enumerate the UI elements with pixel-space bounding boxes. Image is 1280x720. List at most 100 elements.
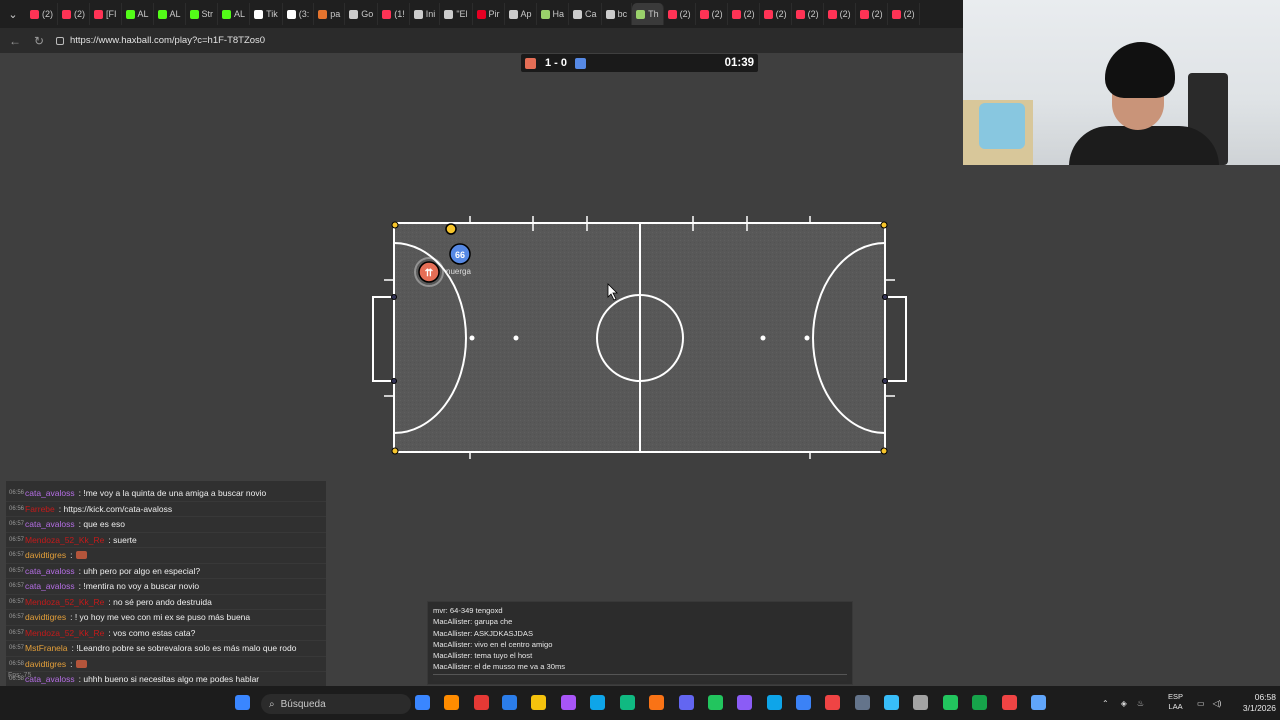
red-player-avatar: ⇈ [425,268,434,279]
taskbar-app-icon[interactable] [913,695,928,710]
chat-timestamp: 06:57 [9,614,25,621]
left-goal [372,296,395,382]
chat-message: 06:57 cata_avaloss: que es eso [6,517,326,533]
chat-timestamp: 06:57 [9,552,25,559]
goal-post [391,378,397,384]
stream-chat-overlay: 06:56 cata_avaloss: !me voy a la quinta d… [6,481,326,720]
chat-message: 06:57 cata_avaloss: uhh pero por algo en … [6,564,326,579]
volume-icon[interactable]: ◁) [1213,699,1222,708]
taskbar-app-icon[interactable] [620,695,635,710]
taskbar-app-icon[interactable] [649,695,664,710]
chat-timestamp: 06:57 [9,521,25,528]
goal-post [391,294,397,300]
chat-timestamp: 06:57 [9,629,25,636]
chat-text: : uhh pero por algo en especial? [78,565,201,576]
chat-text: : no sé pero ando destruida [108,596,212,607]
lang-bottom: LAA [1168,701,1183,711]
chat-message: 06:56 cata_avaloss: !me voy a la quinta d… [6,486,326,502]
taskbar-app-icon[interactable] [855,695,870,710]
chat-timestamp: 06:57 [9,645,25,652]
network-icon[interactable]: ▭ [1197,699,1205,708]
taskbar-app-icon[interactable] [943,695,958,710]
chat-message: 06:57 MstFranela: !Leandro pobre se sobre… [6,641,326,657]
taskbar-app-icon[interactable] [415,695,430,710]
chat-username[interactable]: davidtigres [25,550,66,560]
chat-timestamp: 06:58 [9,660,25,667]
chat-text: : https://kick.com/cata-avaloss [58,503,173,514]
taskbar-search[interactable]: ⌕ Búsqueda [261,694,411,714]
game-chat-line: MacAllister: garupa che [433,617,513,627]
chat-text: : [70,550,73,561]
taskbar-app-icon[interactable] [531,695,546,710]
chat-username[interactable]: cata_avaloss [25,519,75,529]
chat-username[interactable]: cata_avaloss [25,488,75,498]
taskbar-search-placeholder: Búsqueda [280,698,326,710]
tray-app-icon[interactable]: ◈ [1121,699,1127,708]
game-chat-line: MacAllister: ASKJDKASJDAS [433,628,534,638]
taskbar-app-icon[interactable] [737,695,752,710]
chat-message: 06:58 davidtigres: [6,657,326,672]
chat-username[interactable]: Farrebe [25,504,55,514]
taskbar-app-icon[interactable] [884,695,899,710]
chat-username[interactable]: davidtigres [25,612,66,622]
right-goal [884,296,907,382]
chat-text: : que es eso [78,519,125,530]
blue-player-name: nuerga [446,267,471,276]
goal-post [882,378,888,384]
penalty-spot [804,335,810,341]
taskbar-app-icon[interactable] [708,695,723,710]
taskbar-clock[interactable]: 06:58 3/1/2026 [1232,692,1276,714]
tray-chevron-icon[interactable]: ⌃ [1102,699,1109,708]
chat-text: : [70,658,73,669]
taskbar-app-icon[interactable] [796,695,811,710]
chat-username[interactable]: cata_avaloss [25,581,75,591]
chat-message: 06:57 cata_avaloss: !mentira no voy a bus… [6,579,326,595]
chat-message: 06:57 Mendoza_52_Kk_Re: suerte [6,533,326,548]
chat-timestamp: 06:56 [9,505,25,512]
microphone-icon[interactable]: ♨ [1137,699,1144,708]
corner-post [880,221,888,229]
game-chat-input[interactable] [433,674,847,681]
taskbar-app-icon[interactable] [972,695,987,710]
taskbar-app-icon[interactable] [1031,695,1046,710]
screen: ⌄ (2) (2) [FI AL AL Str AL Tik (3: pa Go (1! Ini "El P… [0,0,1280,720]
language-indicator[interactable]: ESP LAA [1168,692,1183,711]
chat-username[interactable]: cata_avaloss [25,566,75,576]
chat-timestamp: 06:57 [9,583,25,590]
taskbar-app-icon[interactable] [590,695,605,710]
chat-username[interactable]: MstFranela [25,643,68,653]
taskbar-app-icon[interactable] [1002,695,1017,710]
chat-username[interactable]: Mendoza_52_Kk_Re [25,628,104,638]
chat-text: : ! yo hoy me veo con mi ex se puso más … [70,612,251,623]
webcam-overlay [963,0,1280,165]
game-chat-line: MacAllister: vivo en el centro amigo [433,639,553,649]
taskbar-app-icon[interactable] [767,695,782,710]
chat-message: 06:57 Mendoza_52_Kk_Re: no sé pero ando d… [6,595,326,610]
fps-counter: Fps: 75 [8,672,32,679]
clock-date: 3/1/2026 [1242,703,1276,713]
ball [445,223,457,235]
game-chat-line: MacAllister: el de musso me va a 30ms [433,662,566,672]
taskbar-app-icon[interactable] [474,695,489,710]
chat-username[interactable]: davidtigres [25,659,66,669]
chat-username[interactable]: Mendoza_52_Kk_Re [25,597,104,607]
search-icon: ⌕ [269,698,275,710]
taskbar-app-icon[interactable] [561,695,576,710]
chat-text: : !me voy a la quinta de una amiga a bus… [78,488,267,499]
chat-username[interactable]: Mendoza_52_Kk_Re [25,535,104,545]
chat-message: 06:56 Farrebe: https://kick.com/cata-aval… [6,502,326,517]
taskbar-app-icon[interactable] [825,695,840,710]
game-chat-line: MacAllister: tema tuyo el host [433,651,533,661]
chat-username[interactable]: cata_avaloss [25,674,75,684]
windows-taskbar [0,686,1280,720]
windows-start-icon[interactable] [235,695,250,710]
chat-text: : !Leandro pobre se sobrevalora solo es … [71,643,297,654]
penalty-spot [760,335,766,341]
taskbar-app-icon[interactable] [679,695,694,710]
taskbar-app-icon[interactable] [444,695,459,710]
blue-player-avatar: 66 [455,250,465,260]
chat-message: 06:57 davidtigres : ! yo hoy me veo con mi… [6,610,326,626]
taskbar-app-icon[interactable] [502,695,517,710]
system-tray: ⌃ ◈ ♨ [1102,686,1144,720]
chat-timestamp: 06:57 [9,567,25,574]
